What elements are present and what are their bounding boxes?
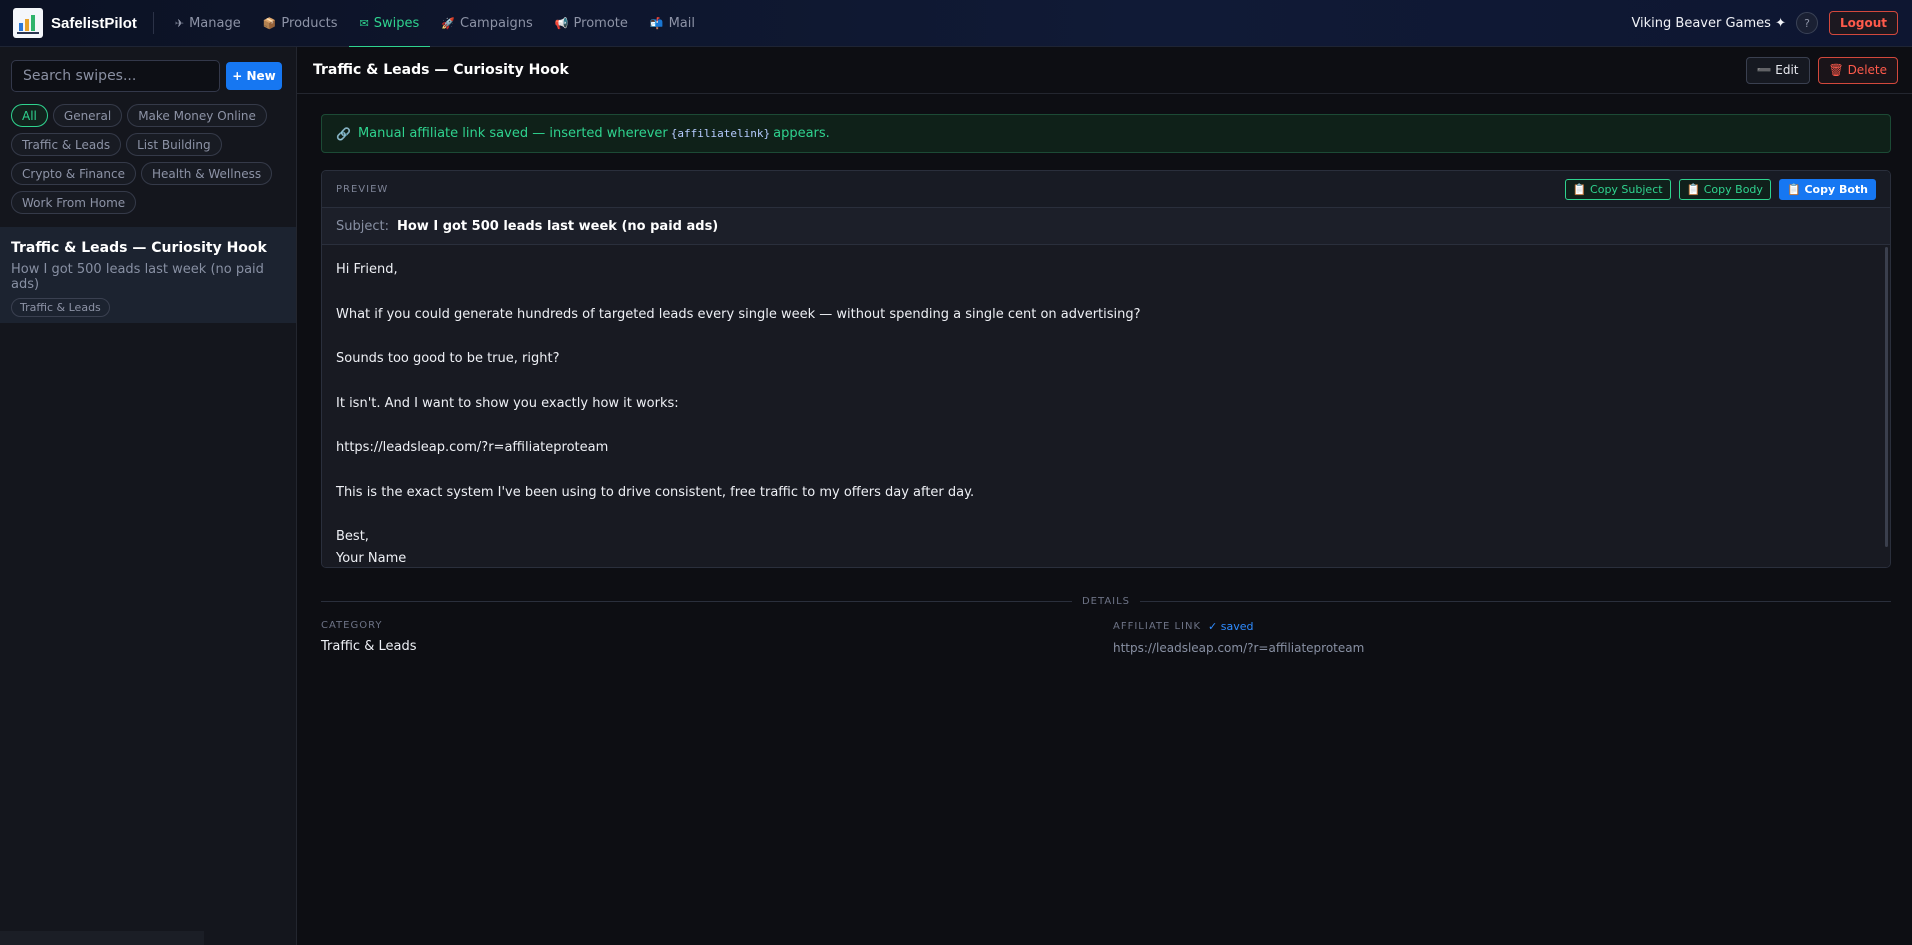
swipes-sidebar: + New All General Make Money Online Traf… xyxy=(0,47,297,945)
filter-chip-work-from-home[interactable]: Work From Home xyxy=(11,191,137,214)
copy-actions: 📋 Copy Subject 📋 Copy Body 📋 Copy Both xyxy=(1557,178,1890,200)
help-button[interactable]: ? xyxy=(1795,12,1818,34)
body-line: Best, xyxy=(336,529,369,544)
plane-icon: ✈ xyxy=(174,16,185,30)
brand[interactable]: SafelistPilot xyxy=(0,0,137,47)
rocket-icon: 🚀 xyxy=(441,16,456,30)
app-logo xyxy=(13,8,43,38)
search-row: + New xyxy=(11,60,282,92)
top-nav-bar: SafelistPilot ✈ Manage 📦 Products ✉ Swip… xyxy=(0,0,1912,48)
nav-item-mail[interactable]: 📬 Mail xyxy=(639,0,706,47)
user-area: Viking Beaver Games ✦ ? Logout xyxy=(1631,11,1912,35)
copy-both-button[interactable]: 📋 Copy Both xyxy=(1778,178,1876,200)
nav-item-label: Mail xyxy=(668,15,695,31)
details-label: DETAILS xyxy=(1081,595,1131,607)
subject-value: How I got 500 leads last week (no paid a… xyxy=(396,218,719,234)
nav-divider xyxy=(152,12,154,34)
swipe-item-title: Traffic & Leads — Curiosity Hook xyxy=(11,240,267,256)
nav-item-campaigns[interactable]: 🚀 Campaigns xyxy=(430,0,544,47)
body-line: Sounds too good to be true, right? xyxy=(336,351,560,366)
logout-button[interactable]: Logout xyxy=(1828,11,1898,35)
preview-body[interactable]: Hi Friend, What if you could generate hu… xyxy=(322,245,1890,567)
preview-label: PREVIEW xyxy=(336,183,389,195)
email-preview: PREVIEW 📋 Copy Subject 📋 Copy Body 📋 Cop… xyxy=(321,170,1891,568)
nav-item-label: Swipes xyxy=(373,15,420,31)
affiliate-link-value: https://leadsleap.com/?r=affiliateprotea… xyxy=(1113,641,1365,655)
copy-body-button[interactable]: 📋 Copy Body xyxy=(1678,178,1771,200)
filter-chip-health-wellness[interactable]: Health & Wellness xyxy=(140,162,273,185)
swipe-list-item[interactable]: Traffic & Leads — Curiosity Hook How I g… xyxy=(0,227,296,323)
nav-item-products[interactable]: 📦 Products xyxy=(252,0,349,47)
affiliate-link-label-row: AFFILIATE LINK ✓ saved xyxy=(1113,620,1364,633)
filter-chip-general[interactable]: General xyxy=(52,104,123,127)
delete-button[interactable]: 🗑 Delete xyxy=(1817,56,1898,84)
affiliatelink-placeholder-code: {affiliatelink} xyxy=(670,127,771,140)
filter-chip-make-money-online[interactable]: Make Money Online xyxy=(127,104,267,127)
search-input[interactable] xyxy=(11,60,220,92)
envelope-icon: ✉ xyxy=(359,16,369,30)
category-label: CATEGORY xyxy=(321,620,383,631)
copy-subject-button[interactable]: 📋 Copy Subject xyxy=(1564,178,1671,200)
megaphone-icon: 📢 xyxy=(554,16,569,30)
filter-chip-crypto-finance[interactable]: Crypto & Finance xyxy=(11,162,136,185)
package-icon: 📦 xyxy=(262,16,277,30)
nav-item-label: Promote xyxy=(573,15,628,31)
body-line: It isn't. And I want to show you exactly… xyxy=(336,395,679,411)
nav-item-label: Products xyxy=(281,15,338,31)
filter-chip-traffic-leads[interactable]: Traffic & Leads xyxy=(11,133,122,156)
category-value: Traffic & Leads xyxy=(321,639,417,654)
new-swipe-button[interactable]: + New xyxy=(226,62,282,90)
nav-item-manage[interactable]: ✈ Manage xyxy=(164,0,252,47)
page-title: Traffic & Leads — Curiosity Hook xyxy=(313,62,569,78)
nav-item-promote[interactable]: 📢 Promote xyxy=(544,0,639,47)
details-divider: DETAILS xyxy=(321,594,1891,608)
user-name[interactable]: Viking Beaver Games ✦ xyxy=(1631,16,1786,31)
notice-text-before: Manual affiliate link saved — inserted w… xyxy=(357,126,668,141)
notice-text-after: appears. xyxy=(773,126,830,141)
filter-chip-list-building[interactable]: List Building xyxy=(126,133,222,156)
subject-label: Subject: xyxy=(336,218,389,234)
affiliate-link-label: AFFILIATE LINK xyxy=(1113,621,1202,632)
swipe-item-category-badge: Traffic & Leads xyxy=(11,298,110,317)
affiliate-link-detail: AFFILIATE LINK ✓ saved https://leadsleap… xyxy=(1113,620,1364,655)
body-line: What if you could generate hundreds of t… xyxy=(336,306,1141,322)
body-line: Your Name xyxy=(336,551,407,566)
preview-header: PREVIEW 📋 Copy Subject 📋 Copy Body 📋 Cop… xyxy=(322,171,1890,208)
body-line: Hi Friend, xyxy=(336,262,398,277)
nav-item-label: Campaigns xyxy=(460,15,533,31)
body-line: This is the exact system I've been using… xyxy=(336,484,975,500)
affiliate-link-notice: 🔗 Manual affiliate link saved — inserted… xyxy=(321,114,1891,153)
mailbox-icon: 📬 xyxy=(649,16,664,30)
brand-name: SafelistPilot xyxy=(51,14,137,32)
preview-scrollbar[interactable] xyxy=(1885,247,1888,547)
main-nav: ✈ Manage 📦 Products ✉ Swipes 🚀 Campaigns… xyxy=(164,0,706,48)
swipe-item-subject: How I got 500 leads last week (no paid a… xyxy=(11,262,264,292)
detail-header: Traffic & Leads — Curiosity Hook ➖ Edit … xyxy=(297,47,1912,94)
preview-subject-row: Subject: How I got 500 leads last week (… xyxy=(322,208,1890,245)
header-actions: ➖ Edit 🗑 Delete xyxy=(1745,56,1912,84)
category-filters: All General Make Money Online Traffic & … xyxy=(11,104,291,214)
category-detail: CATEGORY Traffic & Leads xyxy=(321,620,416,654)
edit-button[interactable]: ➖ Edit xyxy=(1745,56,1810,84)
sidebar-horizontal-scrollbar[interactable] xyxy=(0,931,204,945)
saved-status-badge: ✓ saved xyxy=(1208,620,1254,633)
link-icon: 🔗 xyxy=(336,126,351,141)
nav-item-swipes[interactable]: ✉ Swipes xyxy=(348,0,431,48)
filter-chip-all[interactable]: All xyxy=(11,104,48,127)
body-line: https://leadsleap.com/?r=affiliateprotea… xyxy=(336,440,609,455)
nav-item-label: Manage xyxy=(189,15,241,31)
swipe-detail-panel: Traffic & Leads — Curiosity Hook ➖ Edit … xyxy=(297,47,1912,945)
